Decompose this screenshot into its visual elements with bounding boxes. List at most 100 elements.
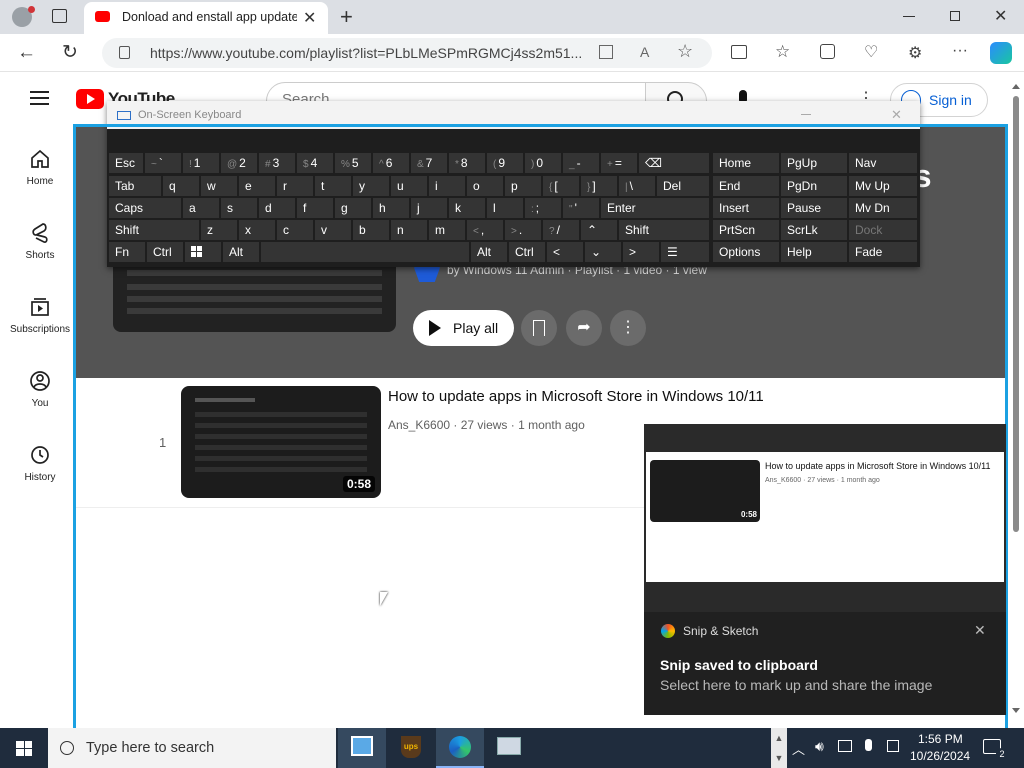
- playlist-more-button[interactable]: ⋮: [610, 310, 646, 346]
- video-thumbnail[interactable]: 0:58: [181, 386, 381, 498]
- sidebar-item-history[interactable]: History: [0, 444, 80, 483]
- play-all-button[interactable]: Play all: [413, 310, 514, 346]
- on-screen-keyboard[interactable]: On-Screen Keyboard ✕ Esc ~ ` ! 1 @2 #3 $4 …: [107, 101, 920, 267]
- key-prtscn[interactable]: PrtScn: [713, 220, 779, 240]
- key-4[interactable]: $4: [297, 153, 333, 173]
- favorite-star-icon[interactable]: ☆: [677, 41, 693, 62]
- split-screen-icon[interactable]: [731, 45, 747, 59]
- key-h[interactable]: h: [373, 198, 409, 218]
- key-quote[interactable]: " ': [563, 198, 599, 218]
- network-icon[interactable]: [838, 740, 852, 752]
- key-equals[interactable]: + =: [601, 153, 637, 173]
- key-pgup[interactable]: PgUp: [781, 153, 847, 173]
- key-rbracket[interactable]: }]: [581, 176, 617, 196]
- key-c[interactable]: c: [277, 220, 313, 240]
- key-right[interactable]: >: [623, 242, 659, 262]
- scrollbar-thumb[interactable]: [1013, 96, 1019, 532]
- key-p[interactable]: p: [505, 176, 541, 196]
- key-shift-left[interactable]: Shift: [109, 220, 199, 240]
- key-menu[interactable]: ☰: [661, 242, 709, 262]
- url-text[interactable]: https://www.youtube.com/playlist?list=PL…: [150, 45, 582, 61]
- key-help[interactable]: Help: [781, 242, 847, 262]
- scroll-down-arrow-icon[interactable]: [1012, 708, 1020, 713]
- minimize-icon[interactable]: [903, 16, 915, 17]
- key-2[interactable]: @2: [221, 153, 257, 173]
- key-k[interactable]: k: [449, 198, 485, 218]
- key-semicolon[interactable]: :;: [525, 198, 561, 218]
- key-1[interactable]: ! 1: [183, 153, 219, 173]
- copilot-icon[interactable]: [990, 42, 1012, 64]
- scroll-up-arrow-icon[interactable]: [1012, 84, 1020, 89]
- key-i[interactable]: i: [429, 176, 465, 196]
- video-title[interactable]: How to update apps in Microsoft Store in…: [388, 388, 764, 405]
- key-alt-left[interactable]: Alt: [223, 242, 259, 262]
- key-t[interactable]: t: [315, 176, 351, 196]
- restore-icon[interactable]: [950, 11, 960, 21]
- key-8[interactable]: * 8: [449, 153, 485, 173]
- settings-more-icon[interactable]: ···: [952, 42, 968, 60]
- extensions-icon[interactable]: ⚙: [908, 43, 922, 63]
- key-mv-up[interactable]: Mv Up: [849, 176, 917, 196]
- key-ctrl-left[interactable]: Ctrl: [147, 242, 183, 262]
- key-period[interactable]: >.: [505, 220, 541, 240]
- volume-icon[interactable]: 🔊︎: [815, 738, 824, 755]
- key-backtick[interactable]: ~ `: [145, 153, 181, 173]
- key-6[interactable]: ^ 6: [373, 153, 409, 173]
- key-y[interactable]: y: [353, 176, 389, 196]
- key-x[interactable]: x: [239, 220, 275, 240]
- key-o[interactable]: o: [467, 176, 503, 196]
- key-enter[interactable]: Enter: [601, 198, 709, 218]
- key-options[interactable]: Options: [713, 242, 779, 262]
- key-r[interactable]: r: [277, 176, 313, 196]
- key-home[interactable]: Home: [713, 153, 779, 173]
- key-f[interactable]: f: [297, 198, 333, 218]
- back-icon[interactable]: ←: [17, 42, 36, 64]
- osk-minimize-icon[interactable]: [801, 114, 811, 115]
- osk-app-icon[interactable]: [497, 737, 521, 755]
- start-button[interactable]: [0, 728, 48, 768]
- sidebar-item-you[interactable]: You: [0, 370, 80, 409]
- toast-close-icon[interactable]: ✕: [974, 622, 986, 639]
- taskbar-scroll-down-icon[interactable]: ▼: [771, 748, 787, 768]
- key-w[interactable]: w: [201, 176, 237, 196]
- key-0[interactable]: ) 0: [525, 153, 561, 173]
- key-b[interactable]: b: [353, 220, 389, 240]
- key-tab[interactable]: Tab: [109, 176, 161, 196]
- new-tab-icon[interactable]: +: [340, 4, 353, 30]
- key-windows[interactable]: [185, 242, 221, 262]
- key-alt-right[interactable]: Alt: [471, 242, 507, 262]
- key-n[interactable]: n: [391, 220, 427, 240]
- key-a[interactable]: a: [183, 198, 219, 218]
- key-l[interactable]: l: [487, 198, 523, 218]
- key-end[interactable]: End: [713, 176, 779, 196]
- key-caps[interactable]: Caps: [109, 198, 181, 218]
- key-7[interactable]: & 7: [411, 153, 447, 173]
- browser-essentials-icon[interactable]: ♡: [864, 42, 878, 62]
- sidebar-item-home[interactable]: Home: [0, 148, 80, 187]
- key-e[interactable]: e: [239, 176, 275, 196]
- hamburger-menu-icon[interactable]: [30, 91, 49, 105]
- snip-preview[interactable]: 0:58 How to update apps in Microsoft Sto…: [644, 424, 1006, 614]
- key-up[interactable]: ⌃: [581, 220, 617, 240]
- key-nav[interactable]: Nav: [849, 153, 917, 173]
- key-dock[interactable]: Dock: [849, 220, 917, 240]
- key-space[interactable]: [261, 242, 469, 262]
- key-fade[interactable]: Fade: [849, 242, 917, 262]
- read-aloud-icon[interactable]: A: [640, 44, 649, 60]
- app-available-icon[interactable]: [599, 45, 613, 59]
- taskbar-search[interactable]: Type here to search: [48, 728, 336, 768]
- share-button[interactable]: ➦: [566, 310, 602, 346]
- osk-close-icon[interactable]: ✕: [891, 107, 902, 123]
- key-v[interactable]: v: [315, 220, 351, 240]
- sidebar-item-subscriptions[interactable]: Subscriptions: [0, 296, 80, 335]
- key-d[interactable]: d: [259, 198, 295, 218]
- snip-notification[interactable]: Snip & Sketch ✕ Snip saved to clipboard …: [644, 612, 1006, 715]
- page-scrollbar[interactable]: [1008, 82, 1024, 728]
- key-u[interactable]: u: [391, 176, 427, 196]
- key-down[interactable]: ⌄: [585, 242, 621, 262]
- collections-icon[interactable]: [820, 44, 835, 59]
- key-mv-dn[interactable]: Mv Dn: [849, 198, 917, 218]
- key-5[interactable]: % 5: [335, 153, 371, 173]
- clock-date[interactable]: 10/26/2024: [910, 749, 970, 763]
- save-playlist-button[interactable]: [521, 310, 557, 346]
